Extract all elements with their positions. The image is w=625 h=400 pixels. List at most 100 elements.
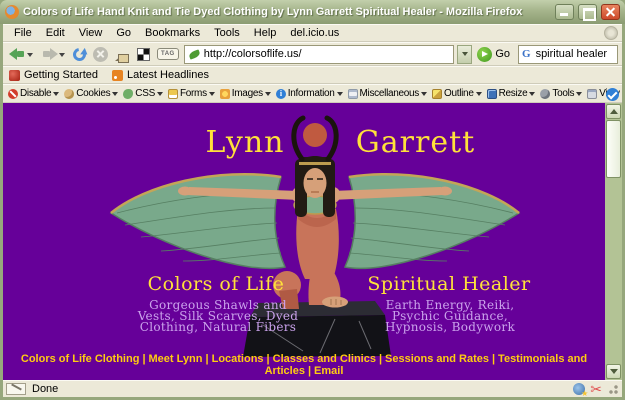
menu-view[interactable]: View (72, 26, 110, 40)
chevron-down-icon (265, 92, 271, 99)
getting-started-icon (9, 70, 20, 81)
menu-file[interactable]: File (7, 26, 39, 40)
link-locations[interactable]: Locations (212, 353, 264, 365)
chevron-down-icon (53, 92, 59, 99)
images-icon (220, 89, 230, 99)
devbar-miscellaneous[interactable]: Miscellaneous (346, 88, 429, 99)
chevron-down-icon (157, 92, 163, 99)
devbar-label: Cookies (76, 88, 110, 99)
delicious-tag-button[interactable]: TAG (155, 44, 181, 64)
menu-help[interactable]: Help (247, 26, 284, 40)
link-colors-of-life-clothing[interactable]: Colors of Life Clothing (21, 353, 140, 365)
bookmark-label: Latest Headlines (127, 69, 209, 81)
chevron-down-icon (576, 92, 582, 99)
menu-bookmarks[interactable]: Bookmarks (138, 26, 207, 40)
page-viewport: Lynn Garrett Colors of Life Gorgeous Sha… (3, 103, 622, 380)
nav-separator: | (267, 353, 270, 365)
tools-icon (540, 89, 550, 99)
google-icon (522, 48, 531, 60)
menu-delicious[interactable]: del.icio.us (283, 26, 346, 40)
back-button[interactable] (7, 44, 36, 64)
rss-icon (112, 70, 123, 81)
link-sessions-and-rates[interactable]: Sessions and Rates (385, 353, 489, 365)
page-status-icon (6, 383, 26, 395)
stop-button[interactable] (91, 44, 110, 64)
maximize-button[interactable] (578, 4, 597, 20)
back-dropdown-icon[interactable] (27, 53, 33, 60)
palette-icon (137, 48, 150, 61)
title-bar: Colors of Life Hand Knit and Tie Dyed Cl… (0, 0, 625, 24)
chevron-down-icon (529, 92, 535, 99)
site-favicon (188, 49, 201, 59)
home-button[interactable] (113, 44, 132, 64)
search-input[interactable] (534, 47, 614, 61)
menu-tools[interactable]: Tools (207, 26, 247, 40)
clothing-subtext-line: Clothing, Natural Fibers (98, 322, 338, 333)
devbar-tools[interactable]: Tools (538, 88, 584, 99)
validation-check-icon[interactable] (606, 88, 619, 101)
home-icon (115, 48, 130, 61)
devbar-cookies[interactable]: Cookies (62, 88, 120, 99)
chevron-down-icon (421, 92, 427, 99)
css-icon (123, 89, 133, 99)
page-title-first-name: Lynn (175, 125, 315, 160)
nav-separator: | (308, 365, 311, 377)
bookmark-latest-headlines[interactable]: Latest Headlines (112, 69, 209, 81)
url-bar[interactable] (184, 45, 455, 64)
chevron-down-icon (337, 92, 343, 99)
devbar-disable[interactable]: Disable (6, 88, 61, 99)
url-dropdown-button[interactable] (457, 45, 472, 64)
link-email[interactable]: Email (314, 365, 343, 377)
scroll-up-button[interactable] (606, 104, 621, 119)
minimize-button[interactable] (555, 4, 574, 20)
url-input[interactable] (204, 48, 452, 60)
chevron-down-icon (112, 92, 118, 99)
devbar-images[interactable]: Images (218, 88, 273, 99)
devbar-label: Miscellaneous (360, 88, 419, 99)
link-meet-lynn[interactable]: Meet Lynn (149, 353, 203, 365)
devbar-label: Information (288, 88, 335, 99)
search-box[interactable] (518, 45, 618, 64)
devbar-resize[interactable]: Resize (485, 88, 538, 99)
go-button[interactable]: Go (475, 44, 515, 64)
extension-globe-icon[interactable] (573, 383, 585, 395)
healer-subtext: Earth Energy, Reiki, Psychic Guidance, H… (345, 300, 555, 333)
nav-separator: | (206, 353, 209, 365)
devbar-information[interactable]: Information (274, 88, 345, 99)
reload-button[interactable] (71, 44, 88, 64)
close-button[interactable] (601, 4, 620, 20)
devbar-label: Outline (444, 88, 474, 99)
page-title-last-name: Garrett (328, 125, 503, 160)
link-classes-and-clinics[interactable]: Classes and Clinics (273, 353, 376, 365)
clothing-subtext: Gorgeous Shawls and Vests, Silk Scarves,… (98, 300, 338, 333)
menu-bar: File Edit View Go Bookmarks Tools Help d… (3, 24, 622, 42)
tag-icon: TAG (157, 48, 179, 60)
window-title: Colors of Life Hand Knit and Tie Dyed Cl… (23, 6, 551, 18)
menu-edit[interactable]: Edit (39, 26, 72, 40)
back-icon (9, 48, 26, 61)
chevron-down-icon (462, 52, 468, 59)
devbar-css[interactable]: CSS (121, 88, 165, 99)
vertical-scrollbar[interactable] (605, 103, 622, 380)
forward-dropdown-icon[interactable] (59, 53, 65, 60)
devbar-outline[interactable]: Outline (430, 88, 484, 99)
menu-go[interactable]: Go (109, 26, 138, 40)
devbar-forms[interactable]: Forms (166, 88, 217, 99)
scroll-down-button[interactable] (606, 364, 621, 379)
healer-subtext-line: Hypnosis, Bodywork (345, 322, 555, 333)
devbar-label: Resize (499, 88, 528, 99)
bookmarks-toolbar: Getting Started Latest Headlines (3, 66, 622, 84)
forward-button[interactable] (39, 44, 68, 64)
bookmark-getting-started[interactable]: Getting Started (9, 69, 98, 81)
stop-icon (93, 47, 108, 62)
go-icon (477, 47, 492, 62)
scissors-icon[interactable]: ✂ (590, 383, 602, 395)
chevron-down-icon (610, 369, 618, 378)
nav-separator: | (492, 353, 495, 365)
scrollbar-thumb[interactable] (606, 120, 621, 178)
nav-separator: | (142, 353, 145, 365)
healer-heading: Spiritual Healer (339, 273, 559, 295)
resize-grip[interactable] (607, 383, 619, 395)
colorzilla-button[interactable] (135, 44, 152, 64)
devbar-label: Tools (552, 88, 574, 99)
